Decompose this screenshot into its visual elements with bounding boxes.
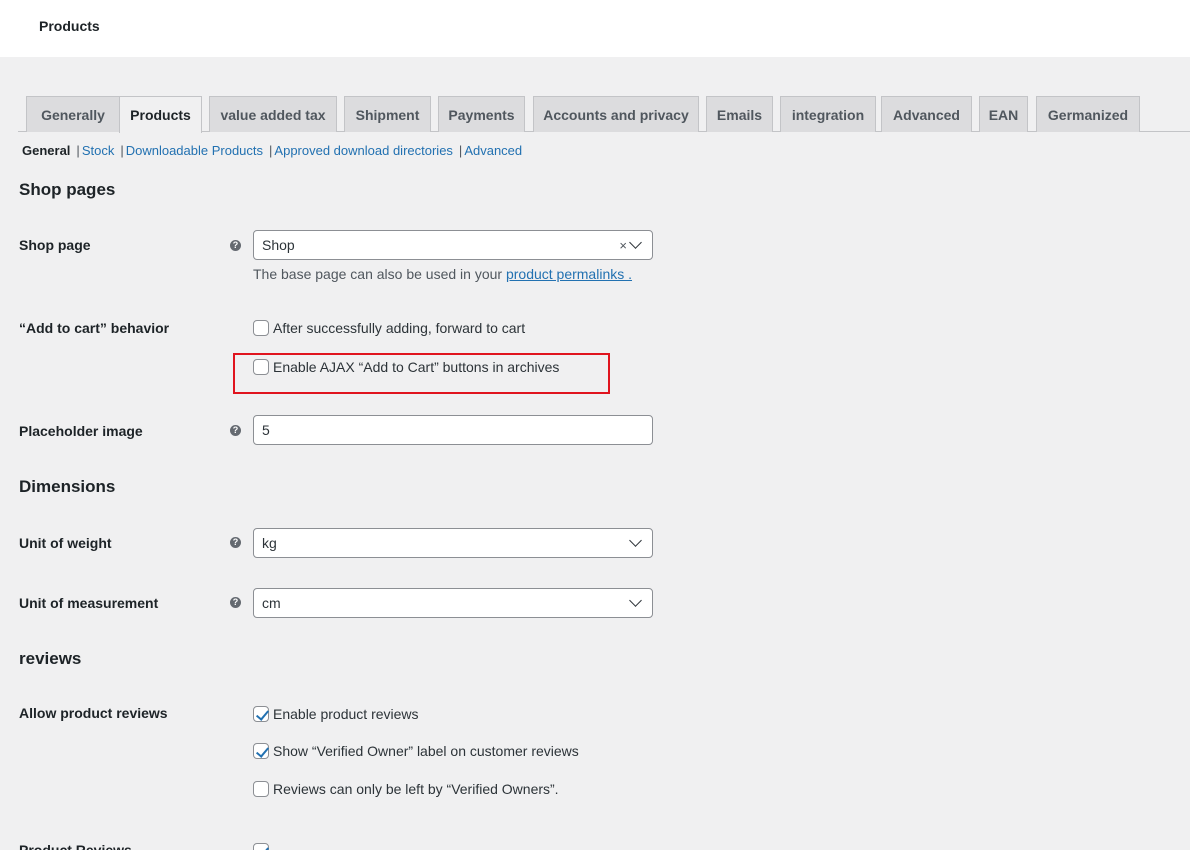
checkbox-row-verified-owners-only[interactable]: Reviews can only be left by “Verified Ow… bbox=[253, 781, 559, 797]
heading-dimensions: Dimensions bbox=[19, 477, 116, 496]
enable-reviews-checkbox[interactable] bbox=[253, 706, 269, 722]
subnav-stock[interactable]: Stock bbox=[82, 143, 115, 158]
shop-page-select[interactable]: Shop × bbox=[253, 230, 653, 260]
help-icon[interactable]: ? bbox=[230, 537, 241, 548]
chevron-down-icon bbox=[629, 236, 642, 249]
subnav-separator: | bbox=[269, 143, 273, 158]
chevron-down-icon bbox=[629, 534, 642, 547]
tab-emails[interactable]: Emails bbox=[706, 96, 773, 132]
label-unit-of-weight: Unit of weight bbox=[19, 535, 112, 551]
unit-of-measurement-select[interactable]: cm bbox=[253, 588, 653, 618]
label-allow-product-reviews: Allow product reviews bbox=[19, 705, 168, 721]
unit-of-weight-select[interactable]: kg bbox=[253, 528, 653, 558]
tab-advanced[interactable]: Advanced bbox=[881, 96, 972, 132]
verified-owner-label-checkbox[interactable] bbox=[253, 743, 269, 759]
subnav-approved-download-directories[interactable]: Approved download directories bbox=[274, 143, 453, 158]
product-reviews-checkbox[interactable] bbox=[253, 843, 269, 850]
top-bar: Products bbox=[0, 0, 1190, 57]
tab-products[interactable]: Products bbox=[119, 96, 202, 133]
shop-page-description-text: The base page can also be used in your bbox=[253, 266, 506, 282]
subnav-advanced[interactable]: Advanced bbox=[464, 143, 522, 158]
tab-value-added-tax[interactable]: value added tax bbox=[209, 96, 337, 132]
help-icon[interactable]: ? bbox=[230, 240, 241, 251]
checkbox-row-enable-reviews[interactable]: Enable product reviews bbox=[253, 706, 419, 722]
product-permalinks-link[interactable]: product permalinks . bbox=[506, 266, 632, 282]
label-shop-page: Shop page bbox=[19, 237, 91, 253]
verified-owner-label-text: Show “Verified Owner” label on customer … bbox=[273, 743, 579, 759]
label-product-reviews: Product Reviews bbox=[19, 842, 132, 850]
subnav-separator: | bbox=[458, 143, 463, 158]
page-title: Products bbox=[39, 18, 100, 34]
section-subnav: General | Stock | Downloadable Products … bbox=[22, 143, 522, 158]
heading-shop-pages: Shop pages bbox=[19, 180, 116, 199]
label-placeholder-image: Placeholder image bbox=[19, 423, 143, 439]
unit-of-weight-value: kg bbox=[262, 535, 277, 551]
tab-payments[interactable]: Payments bbox=[438, 96, 525, 132]
help-icon[interactable]: ? bbox=[230, 597, 241, 608]
subnav-separator: | bbox=[76, 143, 80, 158]
verified-owners-only-checkbox[interactable] bbox=[253, 781, 269, 797]
subnav-separator: | bbox=[120, 143, 124, 158]
unit-of-measurement-value: cm bbox=[262, 595, 281, 611]
tab-shipment[interactable]: Shipment bbox=[344, 96, 431, 132]
tab-ean[interactable]: EAN bbox=[979, 96, 1028, 132]
checkbox-row-product-reviews[interactable] bbox=[253, 843, 273, 850]
tab-germanized[interactable]: Germanized bbox=[1036, 96, 1140, 132]
tab-generally[interactable]: Generally bbox=[26, 96, 120, 132]
highlight-box bbox=[233, 353, 610, 394]
help-icon[interactable]: ? bbox=[230, 425, 241, 436]
verified-owners-only-label: Reviews can only be left by “Verified Ow… bbox=[273, 781, 559, 797]
tab-integration[interactable]: integration bbox=[780, 96, 876, 132]
enable-reviews-label: Enable product reviews bbox=[273, 706, 419, 722]
heading-reviews: reviews bbox=[19, 649, 82, 668]
shop-page-value: Shop bbox=[262, 237, 295, 253]
forward-to-cart-checkbox[interactable] bbox=[253, 320, 269, 336]
checkbox-row-forward-to-cart[interactable]: After successfully adding, forward to ca… bbox=[253, 320, 525, 336]
placeholder-image-value: 5 bbox=[262, 422, 270, 438]
label-add-to-cart-behavior: “Add to cart” behavior bbox=[19, 320, 170, 336]
tab-accounts-and-privacy[interactable]: Accounts and privacy bbox=[533, 96, 699, 132]
label-unit-of-measurement: Unit of measurement bbox=[19, 595, 159, 611]
chevron-down-icon bbox=[629, 594, 642, 607]
placeholder-image-input[interactable]: 5 bbox=[253, 415, 653, 445]
subnav-downloadable-products[interactable]: Downloadable Products bbox=[126, 143, 263, 158]
forward-to-cart-label: After successfully adding, forward to ca… bbox=[273, 320, 526, 336]
shop-page-description: The base page can also be used in your p… bbox=[253, 266, 632, 282]
checkbox-row-verified-owner-label[interactable]: Show “Verified Owner” label on customer … bbox=[253, 743, 579, 759]
settings-tabs: Generally Products value added tax Shipm… bbox=[18, 96, 1190, 133]
subnav-general: General bbox=[22, 143, 71, 158]
clear-icon[interactable]: × bbox=[619, 238, 627, 253]
